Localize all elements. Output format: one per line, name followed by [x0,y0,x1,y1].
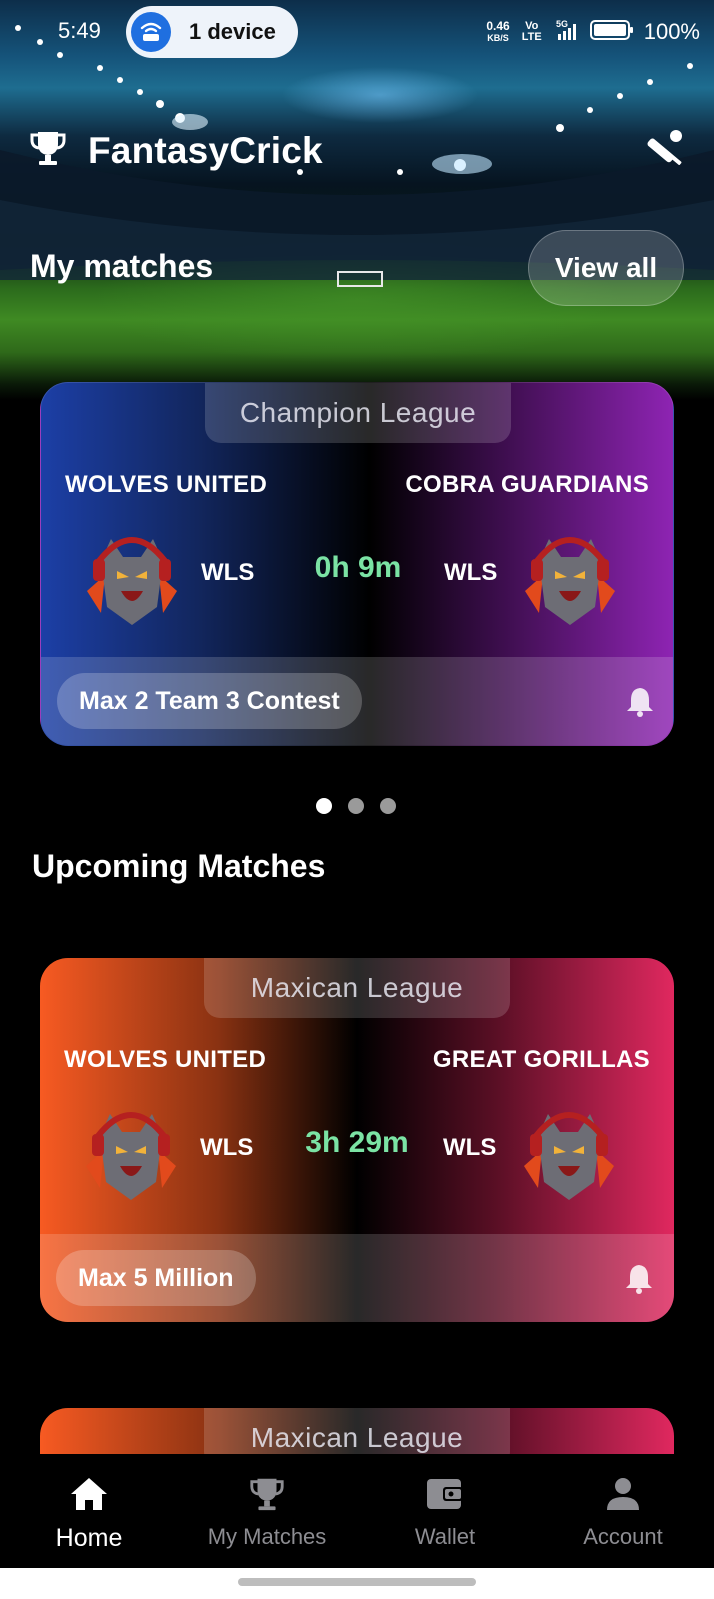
team-left-name: WOLVES UNITED [65,471,268,498]
trophy-icon [28,128,68,173]
status-bar: 5:49 1 device 0.46 KB/S Vo LTE 5G 100% [0,0,714,64]
volte-indicator: Vo LTE [521,20,542,43]
league-name: Champion League [205,383,511,443]
wolf-team-logo-icon [514,1096,624,1206]
nav-account-label: Account [583,1524,663,1549]
carousel-dot[interactable] [380,798,396,814]
contest-badge[interactable]: Max 2 Team 3 Contest [57,673,362,729]
bell-icon[interactable] [625,685,655,722]
nav-home[interactable]: Home [0,1472,178,1553]
home-icon [0,1472,178,1516]
nav-wallet-label: Wallet [414,1524,476,1549]
team-right-name: COBRA GUARDIANS [405,471,649,498]
card-footer: Max 2 Team 3 Contest [41,657,673,745]
trophy-icon [178,1472,356,1516]
team-left-name: WOLVES UNITED [64,1046,267,1073]
app-header: FantasyCrick [28,128,323,173]
svg-text:5G: 5G [556,19,568,29]
signal-icon: 5G [554,18,580,47]
carousel-dot-active[interactable] [316,798,332,814]
battery-icon [589,19,634,46]
nav-my-matches[interactable]: My Matches [178,1472,356,1550]
upcoming-matches-title: Upcoming Matches [32,848,326,884]
app-title: FantasyCrick [88,129,323,171]
carousel-dots [316,798,396,814]
nav-wallet[interactable]: Wallet [356,1472,534,1550]
bell-icon[interactable] [624,1262,654,1299]
league-name: Maxican League [204,958,510,1018]
nav-home-label: Home [55,1524,123,1552]
status-indicators: 0.46 KB/S Vo LTE 5G 100% [486,14,700,50]
contest-badge[interactable]: Max 5 Million [56,1250,256,1306]
my-matches-title: My matches [30,248,214,284]
bottom-navigation: Home My Matches Wallet Account [0,1454,714,1568]
nav-account[interactable]: Account [534,1472,712,1550]
team-right-abbr: WLS [443,1134,497,1161]
account-icon [534,1472,712,1516]
card-footer: Max 5 Million [40,1234,674,1322]
network-speed: 0.46 KB/S [486,19,510,43]
wolf-team-logo-icon [515,521,625,631]
wifi-router-icon [131,12,171,52]
team-right-name: GREAT GORILLAS [432,1046,650,1073]
upcoming-match-card[interactable]: Maxican League WOLVES UNITED GREAT GORIL… [40,958,674,1322]
home-indicator-bar[interactable] [238,1578,476,1586]
nav-my-matches-label: My Matches [207,1524,327,1549]
battery-percentage: 100% [643,19,700,44]
status-time: 5:49 [58,18,101,43]
connected-devices-pill[interactable]: 1 device [126,6,298,58]
wallet-icon [356,1472,534,1516]
carousel-dot[interactable] [348,798,364,814]
my-match-card[interactable]: Champion League WOLVES UNITED COBRA GUAR… [40,382,674,746]
device-count-label: 1 device [189,19,276,44]
view-all-button[interactable]: View all [528,230,684,306]
team-right-abbr: WLS [444,559,498,586]
cricket-bat-ball-icon[interactable] [640,128,686,179]
